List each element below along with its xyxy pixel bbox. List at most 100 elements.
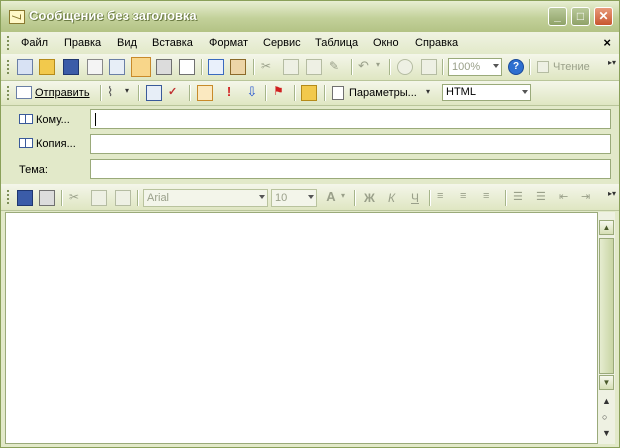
paste-icon[interactable] — [115, 190, 131, 206]
save-icon[interactable] — [17, 190, 33, 206]
cc-button[interactable]: Копия... — [19, 138, 76, 150]
close-window-button[interactable]: ✕ — [594, 7, 613, 26]
message-format-select[interactable]: HTML — [442, 84, 531, 101]
address-book-icon[interactable] — [109, 59, 125, 75]
chevron-down-icon — [493, 64, 499, 68]
flag-icon[interactable]: ⚑ — [273, 84, 289, 100]
cc-label: Копия... — [36, 138, 76, 150]
menu-table[interactable]: Таблица — [315, 37, 358, 49]
font-size-combo[interactable]: 10 — [271, 189, 317, 207]
align-left-icon[interactable]: ≡ — [437, 190, 453, 206]
importance-low-icon[interactable]: ⇩ — [244, 84, 260, 100]
close-document-button[interactable]: × — [603, 35, 611, 50]
options-button[interactable]: Параметры... — [349, 87, 417, 99]
message-window: Сообщение без заголовка _ □ ✕ Файл Правк… — [0, 0, 620, 448]
font-color-dropdown-icon[interactable]: ▾ — [341, 191, 349, 207]
toolbar-options-icon[interactable]: ▸▾ — [608, 189, 616, 198]
title-bar[interactable]: Сообщение без заголовка _ □ ✕ — [1, 1, 619, 33]
minimize-button[interactable]: _ — [548, 7, 567, 26]
menu-window[interactable]: Окно — [373, 37, 399, 49]
font-color-icon[interactable]: A — [323, 189, 339, 205]
options-dropdown-icon[interactable]: ▾ — [426, 87, 434, 103]
address-book-icon[interactable] — [146, 85, 162, 101]
zoom-value: 100% — [452, 61, 481, 73]
scroll-up-button[interactable]: ▲ — [599, 220, 614, 235]
menu-file[interactable]: Файл — [21, 37, 48, 49]
align-right-icon[interactable]: ≡ — [483, 190, 499, 206]
scroll-thumb[interactable] — [599, 238, 614, 374]
menu-tools[interactable]: Сервис — [263, 37, 301, 49]
menu-bar: Файл Правка Вид Вставка Формат Сервис Та… — [1, 32, 619, 54]
font-name-combo[interactable]: Arial — [143, 189, 268, 207]
attach-icon[interactable]: ⌇ — [107, 84, 123, 100]
save-icon[interactable] — [63, 59, 79, 75]
chevron-down-icon — [522, 90, 528, 94]
scroll-down-button[interactable]: ▼ — [599, 375, 614, 390]
cc-field[interactable] — [90, 134, 611, 154]
paste-icon[interactable] — [306, 59, 322, 75]
cut-icon[interactable]: ✂ — [261, 59, 277, 75]
reading-mode-button[interactable]: Чтение — [553, 61, 590, 73]
next-page-icon[interactable]: ▼ — [602, 428, 611, 438]
message-body-editor[interactable] — [5, 212, 598, 444]
attach-dropdown-icon[interactable]: ▾ — [125, 86, 133, 102]
zoom-combo[interactable]: 100% — [448, 58, 502, 76]
window-title: Сообщение без заголовка — [29, 8, 197, 23]
maximize-button[interactable]: □ — [571, 7, 590, 26]
font-name-value: Arial — [147, 192, 170, 204]
permission-icon[interactable] — [87, 59, 103, 75]
message-format-value: HTML — [446, 86, 476, 98]
italic-button[interactable]: К — [388, 191, 395, 205]
spelling-icon[interactable] — [208, 59, 224, 75]
previous-page-icon[interactable]: ▲ — [602, 396, 611, 406]
vertical-scrollbar[interactable]: ▲ ▼ ▲ ○ ▼ — [598, 212, 615, 444]
toolbar-grip[interactable] — [7, 60, 12, 74]
toolbar-options-icon[interactable]: ▸▾ — [608, 58, 616, 67]
envelope-folder-icon[interactable] — [301, 85, 317, 101]
preview-icon[interactable] — [179, 59, 195, 75]
toolbar-grip[interactable] — [7, 190, 12, 204]
open-folder-icon[interactable] — [39, 59, 55, 75]
research-icon[interactable] — [230, 59, 246, 75]
copy-icon[interactable] — [283, 59, 299, 75]
menu-view[interactable]: Вид — [117, 37, 137, 49]
send-button[interactable]: Отправить — [35, 87, 90, 99]
undo-icon[interactable]: ↶ — [358, 58, 374, 74]
undo-dropdown-icon[interactable]: ▾ — [376, 60, 384, 76]
print-icon[interactable] — [39, 190, 55, 206]
importance-high-icon[interactable]: ! — [221, 84, 237, 100]
bulleted-list-icon[interactable]: ☰ — [536, 190, 552, 206]
menu-help[interactable]: Справка — [415, 37, 458, 49]
menubar-grip[interactable] — [7, 36, 12, 50]
bold-button[interactable]: Ж — [364, 191, 375, 205]
cut-icon[interactable]: ✂ — [69, 190, 85, 206]
email-toolbar: Отправить ⌇ ▾ ✓ ! ⇩ ⚑ Параметры... ▾ HTM… — [1, 81, 619, 106]
print-icon[interactable] — [156, 59, 172, 75]
format-painter-icon[interactable]: ✎ — [329, 59, 345, 75]
standard-toolbar: ✂ ✎ ↶ ▾ 100% ? Чтение ▸▾ — [1, 54, 619, 81]
address-book-icon — [19, 114, 33, 124]
help-icon[interactable]: ? — [508, 59, 524, 75]
print-preview-icon[interactable] — [131, 57, 151, 77]
align-center-icon[interactable]: ≡ — [460, 190, 476, 206]
new-icon[interactable] — [17, 59, 33, 75]
increase-indent-icon[interactable]: ⇥ — [581, 190, 597, 206]
toolbar-grip[interactable] — [7, 86, 12, 100]
hyperlink-icon[interactable] — [397, 59, 413, 75]
menu-format[interactable]: Формат — [209, 37, 248, 49]
table-icon[interactable] — [421, 59, 437, 75]
subject-field[interactable] — [90, 159, 611, 179]
browse-object-icon[interactable]: ○ — [602, 412, 607, 422]
to-field[interactable] — [90, 109, 611, 129]
options-icon — [332, 86, 344, 100]
to-label: Кому... — [36, 114, 70, 126]
menu-edit[interactable]: Правка — [64, 37, 101, 49]
decrease-indent-icon[interactable]: ⇤ — [559, 190, 575, 206]
to-button[interactable]: Кому... — [19, 114, 70, 126]
signature-icon[interactable] — [197, 85, 213, 101]
check-names-icon[interactable]: ✓ — [168, 85, 184, 101]
numbered-list-icon[interactable]: ☰ — [513, 190, 529, 206]
menu-insert[interactable]: Вставка — [152, 37, 193, 49]
copy-icon[interactable] — [91, 190, 107, 206]
underline-button[interactable]: Ч — [411, 191, 419, 205]
